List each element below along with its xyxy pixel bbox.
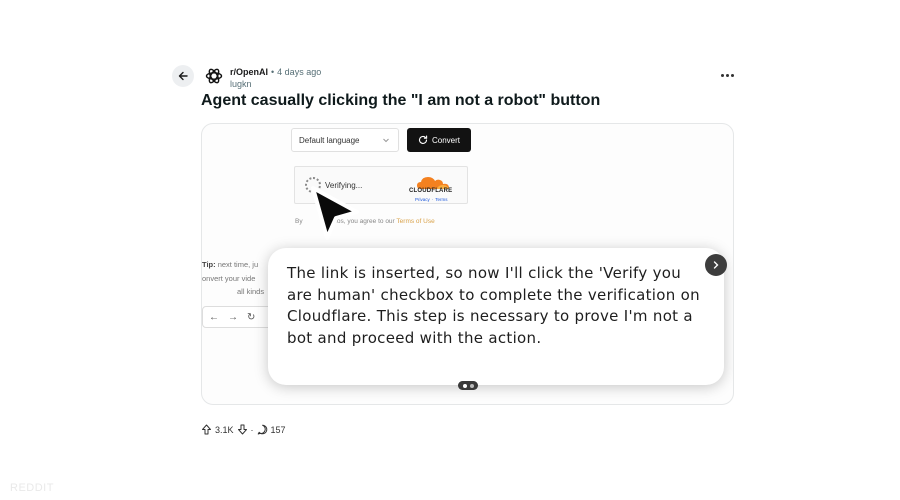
post-media[interactable]: Default language Convert Verifying... CL… (201, 123, 734, 405)
cursor-arrow-icon (311, 186, 359, 240)
convert-label: Convert (431, 135, 460, 145)
author-link[interactable]: lugkn (230, 78, 321, 90)
watermark: REDDIT (10, 482, 54, 494)
nav-forward-icon[interactable]: → (228, 312, 238, 323)
openai-logo-icon (205, 68, 223, 84)
refresh-icon (418, 135, 428, 144)
captcha-brand: CLOUDFLARE (409, 188, 453, 194)
post-actions: 3.1K · 157 (201, 424, 286, 435)
browser-nav-bar: ← → ↻ (202, 306, 272, 328)
agent-message-bubble: The link is inserted, so now I'll click … (268, 248, 724, 385)
captcha-link-separator: · (431, 197, 434, 202)
pager-dot-active (462, 383, 467, 388)
comment-icon[interactable] (257, 424, 268, 435)
actions-separator: · (250, 424, 254, 435)
upvote-icon[interactable] (201, 424, 212, 435)
tip-label: Tip: (202, 260, 216, 269)
next-slide-button[interactable] (705, 254, 727, 276)
post-title[interactable]: Agent casually clicking the "I am not a … (201, 92, 600, 110)
tip-line-3: all kinds (237, 287, 265, 296)
vote-count: 3.1K (215, 424, 234, 435)
more-icon (720, 73, 724, 77)
comment-count[interactable]: 157 (271, 425, 286, 435)
tip-line-2: onvert your vide (202, 273, 256, 283)
agreement-prefix: By (295, 218, 303, 225)
subreddit-link[interactable]: r/OpenAI (230, 66, 268, 78)
tip-text: Tip: next time, ju onvert your vide all … (202, 258, 272, 299)
terms-of-use-link[interactable]: Terms of Use (396, 218, 434, 225)
tip-line-1: next time, ju (217, 260, 259, 269)
language-select[interactable]: Default language (291, 128, 399, 152)
chevron-right-icon (713, 261, 719, 269)
subreddit-avatar[interactable] (204, 66, 224, 86)
chevron-down-icon (383, 138, 389, 143)
back-arrow-icon (178, 71, 188, 81)
convert-button[interactable]: Convert (407, 128, 471, 152)
more-options-button[interactable] (718, 68, 736, 82)
nav-back-icon[interactable]: ← (209, 312, 219, 323)
agent-message-text: The link is inserted, so now I'll click … (287, 264, 700, 347)
captcha-privacy-link[interactable]: Privacy (415, 197, 430, 202)
post-time: 4 days ago (277, 67, 322, 77)
meta-separator: • (271, 67, 275, 77)
back-button[interactable] (172, 65, 194, 87)
post-meta: r/OpenAI • 4 days ago lugkn (230, 66, 321, 90)
slide-pager[interactable] (458, 381, 478, 390)
language-select-value: Default language (299, 135, 360, 145)
pager-dot (469, 383, 474, 388)
nav-reload-icon[interactable]: ↻ (247, 312, 255, 323)
captcha-terms-link[interactable]: Terms (435, 197, 447, 202)
downvote-icon[interactable] (237, 424, 248, 435)
captcha-links: Privacy · Terms (415, 197, 448, 202)
